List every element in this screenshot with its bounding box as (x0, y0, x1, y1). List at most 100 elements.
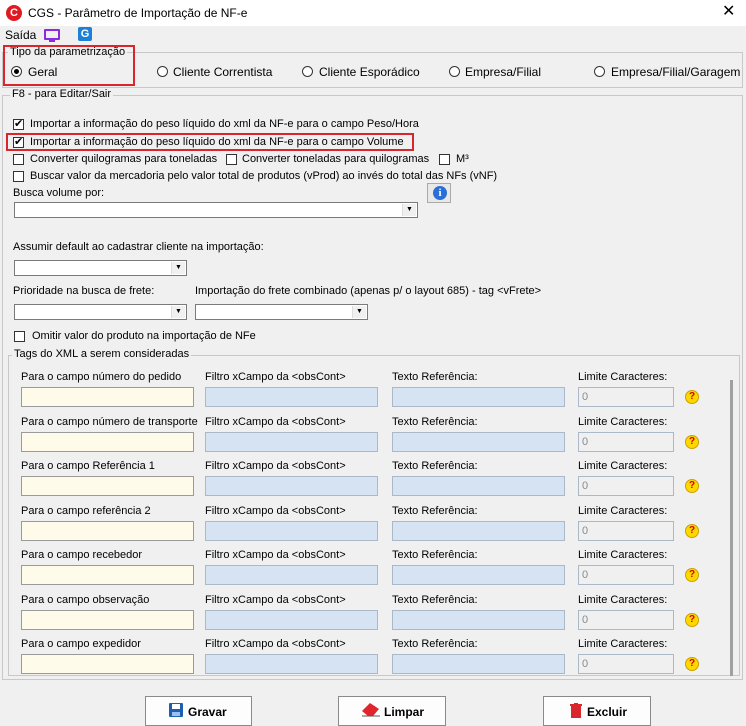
chevron-down-icon: ▼ (171, 262, 185, 274)
tag-limite-input[interactable]: 0 (578, 431, 674, 452)
frete-combinado-label: Importação do frete combinado (apenas p/… (195, 285, 542, 297)
tag-limite-label: Limite Caracteres: (578, 371, 668, 383)
tag-filtro-input[interactable] (205, 431, 378, 452)
tag-texto-input[interactable] (392, 476, 565, 496)
check-ton-kg-label: Converter toneladas para quilogramas (242, 153, 430, 165)
assumir-default-select[interactable]: ▼ (14, 260, 187, 276)
help-icon[interactable]: ? (685, 523, 699, 538)
tag-value-input[interactable] (21, 609, 194, 630)
tag-texto-input[interactable] (392, 565, 565, 585)
excluir-label: Excluir (587, 705, 628, 719)
tag-row-label: Para o campo recebedor (21, 549, 143, 561)
radio-cliente-esporadico-label: Cliente Esporádico (319, 65, 420, 79)
tag-row-label: Para o campo referência 2 (21, 504, 151, 517)
tag-filtro-input[interactable] (205, 387, 378, 407)
tag-texto-input[interactable] (392, 520, 565, 541)
radio-geral-label: Geral (28, 65, 58, 79)
check-vprod-label: Buscar valor da mercadoria pelo valor to… (30, 170, 498, 182)
prioridade-frete-label: Prioridade na busca de frete: (13, 285, 155, 297)
tag-texto-input[interactable] (392, 431, 565, 452)
tag-texto-label: Texto Referência: (392, 460, 478, 472)
tag-limite-input[interactable]: 0 (578, 654, 674, 674)
tag-filtro-label: Filtro xCampo da <obsCont> (205, 504, 346, 517)
help-icon[interactable]: ? (685, 612, 699, 627)
check-volume[interactable] (13, 135, 24, 149)
tag-filtro-label: Filtro xCampo da <obsCont> (205, 593, 346, 606)
help-icon[interactable]: ? (685, 390, 699, 404)
check-omitir[interactable] (14, 331, 25, 342)
tag-filtro-label: Filtro xCampo da <obsCont> (205, 549, 346, 561)
help-icon[interactable]: ? (685, 479, 699, 493)
g-app-icon[interactable]: G (78, 27, 92, 41)
tag-filtro-label: Filtro xCampo da <obsCont> (205, 371, 346, 383)
tag-row-label: Para o campo número do pedido (21, 371, 182, 383)
radio-cliente-esporadico[interactable] (302, 66, 313, 77)
busca-volume-label: Busca volume por: (13, 187, 105, 199)
check-ton-kg[interactable] (226, 154, 237, 165)
trash-icon (570, 703, 582, 718)
highlight-geral (3, 45, 135, 86)
tag-value-input[interactable] (21, 654, 194, 674)
check-vprod[interactable] (13, 171, 24, 182)
tags-legend: Tags do XML a serem consideradas (12, 348, 192, 360)
tag-value-input[interactable] (21, 431, 194, 452)
radio-cliente-correntista-label: Cliente Correntista (173, 65, 273, 79)
tag-value-input[interactable] (21, 565, 194, 585)
radio-empresa-filial-garagem-label: Empresa/Filial/Garagem (611, 65, 741, 79)
tag-limite-input[interactable]: 0 (578, 565, 674, 585)
check-peso-hora[interactable] (13, 117, 24, 131)
tag-limite-input[interactable]: 0 (578, 520, 674, 541)
tag-texto-label: Texto Referência: (392, 638, 478, 650)
check-kg-ton[interactable] (13, 154, 24, 165)
edit-group-legend: F8 - para Editar/Sair (10, 88, 114, 100)
tag-filtro-input[interactable] (205, 654, 378, 674)
assumir-default-label: Assumir default ao cadastrar cliente na … (13, 241, 264, 253)
tag-limite-label: Limite Caracteres: (578, 460, 668, 472)
menu-saida[interactable]: Saída (5, 28, 36, 42)
radio-geral[interactable] (11, 66, 22, 77)
tag-texto-label: Texto Referência: (392, 549, 478, 561)
busca-volume-select[interactable]: ▼ (14, 202, 418, 218)
app-logo-icon: C (6, 5, 22, 21)
chevron-down-icon: ▼ (402, 204, 416, 216)
tag-limite-label: Limite Caracteres: (578, 549, 668, 561)
tag-value-input[interactable] (21, 387, 194, 407)
window-title: CGS - Parâmetro de Importação de NF-e (28, 6, 248, 20)
tag-texto-input[interactable] (392, 654, 565, 674)
tag-filtro-label: Filtro xCampo da <obsCont> (205, 415, 346, 428)
info-button[interactable]: i (427, 183, 451, 203)
tag-limite-input[interactable]: 0 (578, 609, 674, 630)
tag-filtro-input[interactable] (205, 565, 378, 585)
tag-texto-label: Texto Referência: (392, 504, 478, 517)
radio-cliente-correntista[interactable] (157, 66, 168, 77)
tag-row-label: Para o campo expedidor (21, 638, 141, 650)
tag-value-input[interactable] (21, 476, 194, 496)
tag-texto-input[interactable] (392, 609, 565, 630)
help-icon[interactable]: ? (685, 657, 699, 671)
tag-limite-label: Limite Caracteres: (578, 593, 668, 606)
monitor-icon[interactable] (44, 29, 60, 40)
prioridade-frete-select[interactable]: ▼ (14, 304, 187, 320)
radio-empresa-filial-garagem[interactable] (594, 66, 605, 77)
check-m3[interactable] (439, 154, 450, 165)
tag-texto-input[interactable] (392, 387, 565, 407)
tag-filtro-label: Filtro xCampo da <obsCont> (205, 638, 346, 650)
help-icon[interactable]: ? (685, 434, 699, 449)
tag-filtro-input[interactable] (205, 520, 378, 541)
scrollbar[interactable] (730, 380, 733, 676)
frete-combinado-select[interactable]: ▼ (195, 304, 368, 320)
tag-texto-label: Texto Referência: (392, 593, 478, 606)
tag-limite-input[interactable]: 0 (578, 476, 674, 496)
save-icon (169, 703, 183, 717)
close-icon[interactable]: ✕ (722, 3, 735, 21)
help-icon[interactable]: ? (685, 568, 699, 582)
tag-value-input[interactable] (21, 520, 194, 541)
info-icon: i (433, 186, 447, 200)
check-peso-hora-label: Importar a informação do peso líquido do… (30, 118, 419, 130)
check-m3-label: M³ (456, 153, 469, 165)
tag-filtro-input[interactable] (205, 476, 378, 496)
check-volume-label: Importar a informação do peso líquido do… (30, 136, 404, 148)
radio-empresa-filial[interactable] (449, 66, 460, 77)
tag-filtro-input[interactable] (205, 609, 378, 630)
tag-limite-input[interactable]: 0 (578, 387, 674, 407)
